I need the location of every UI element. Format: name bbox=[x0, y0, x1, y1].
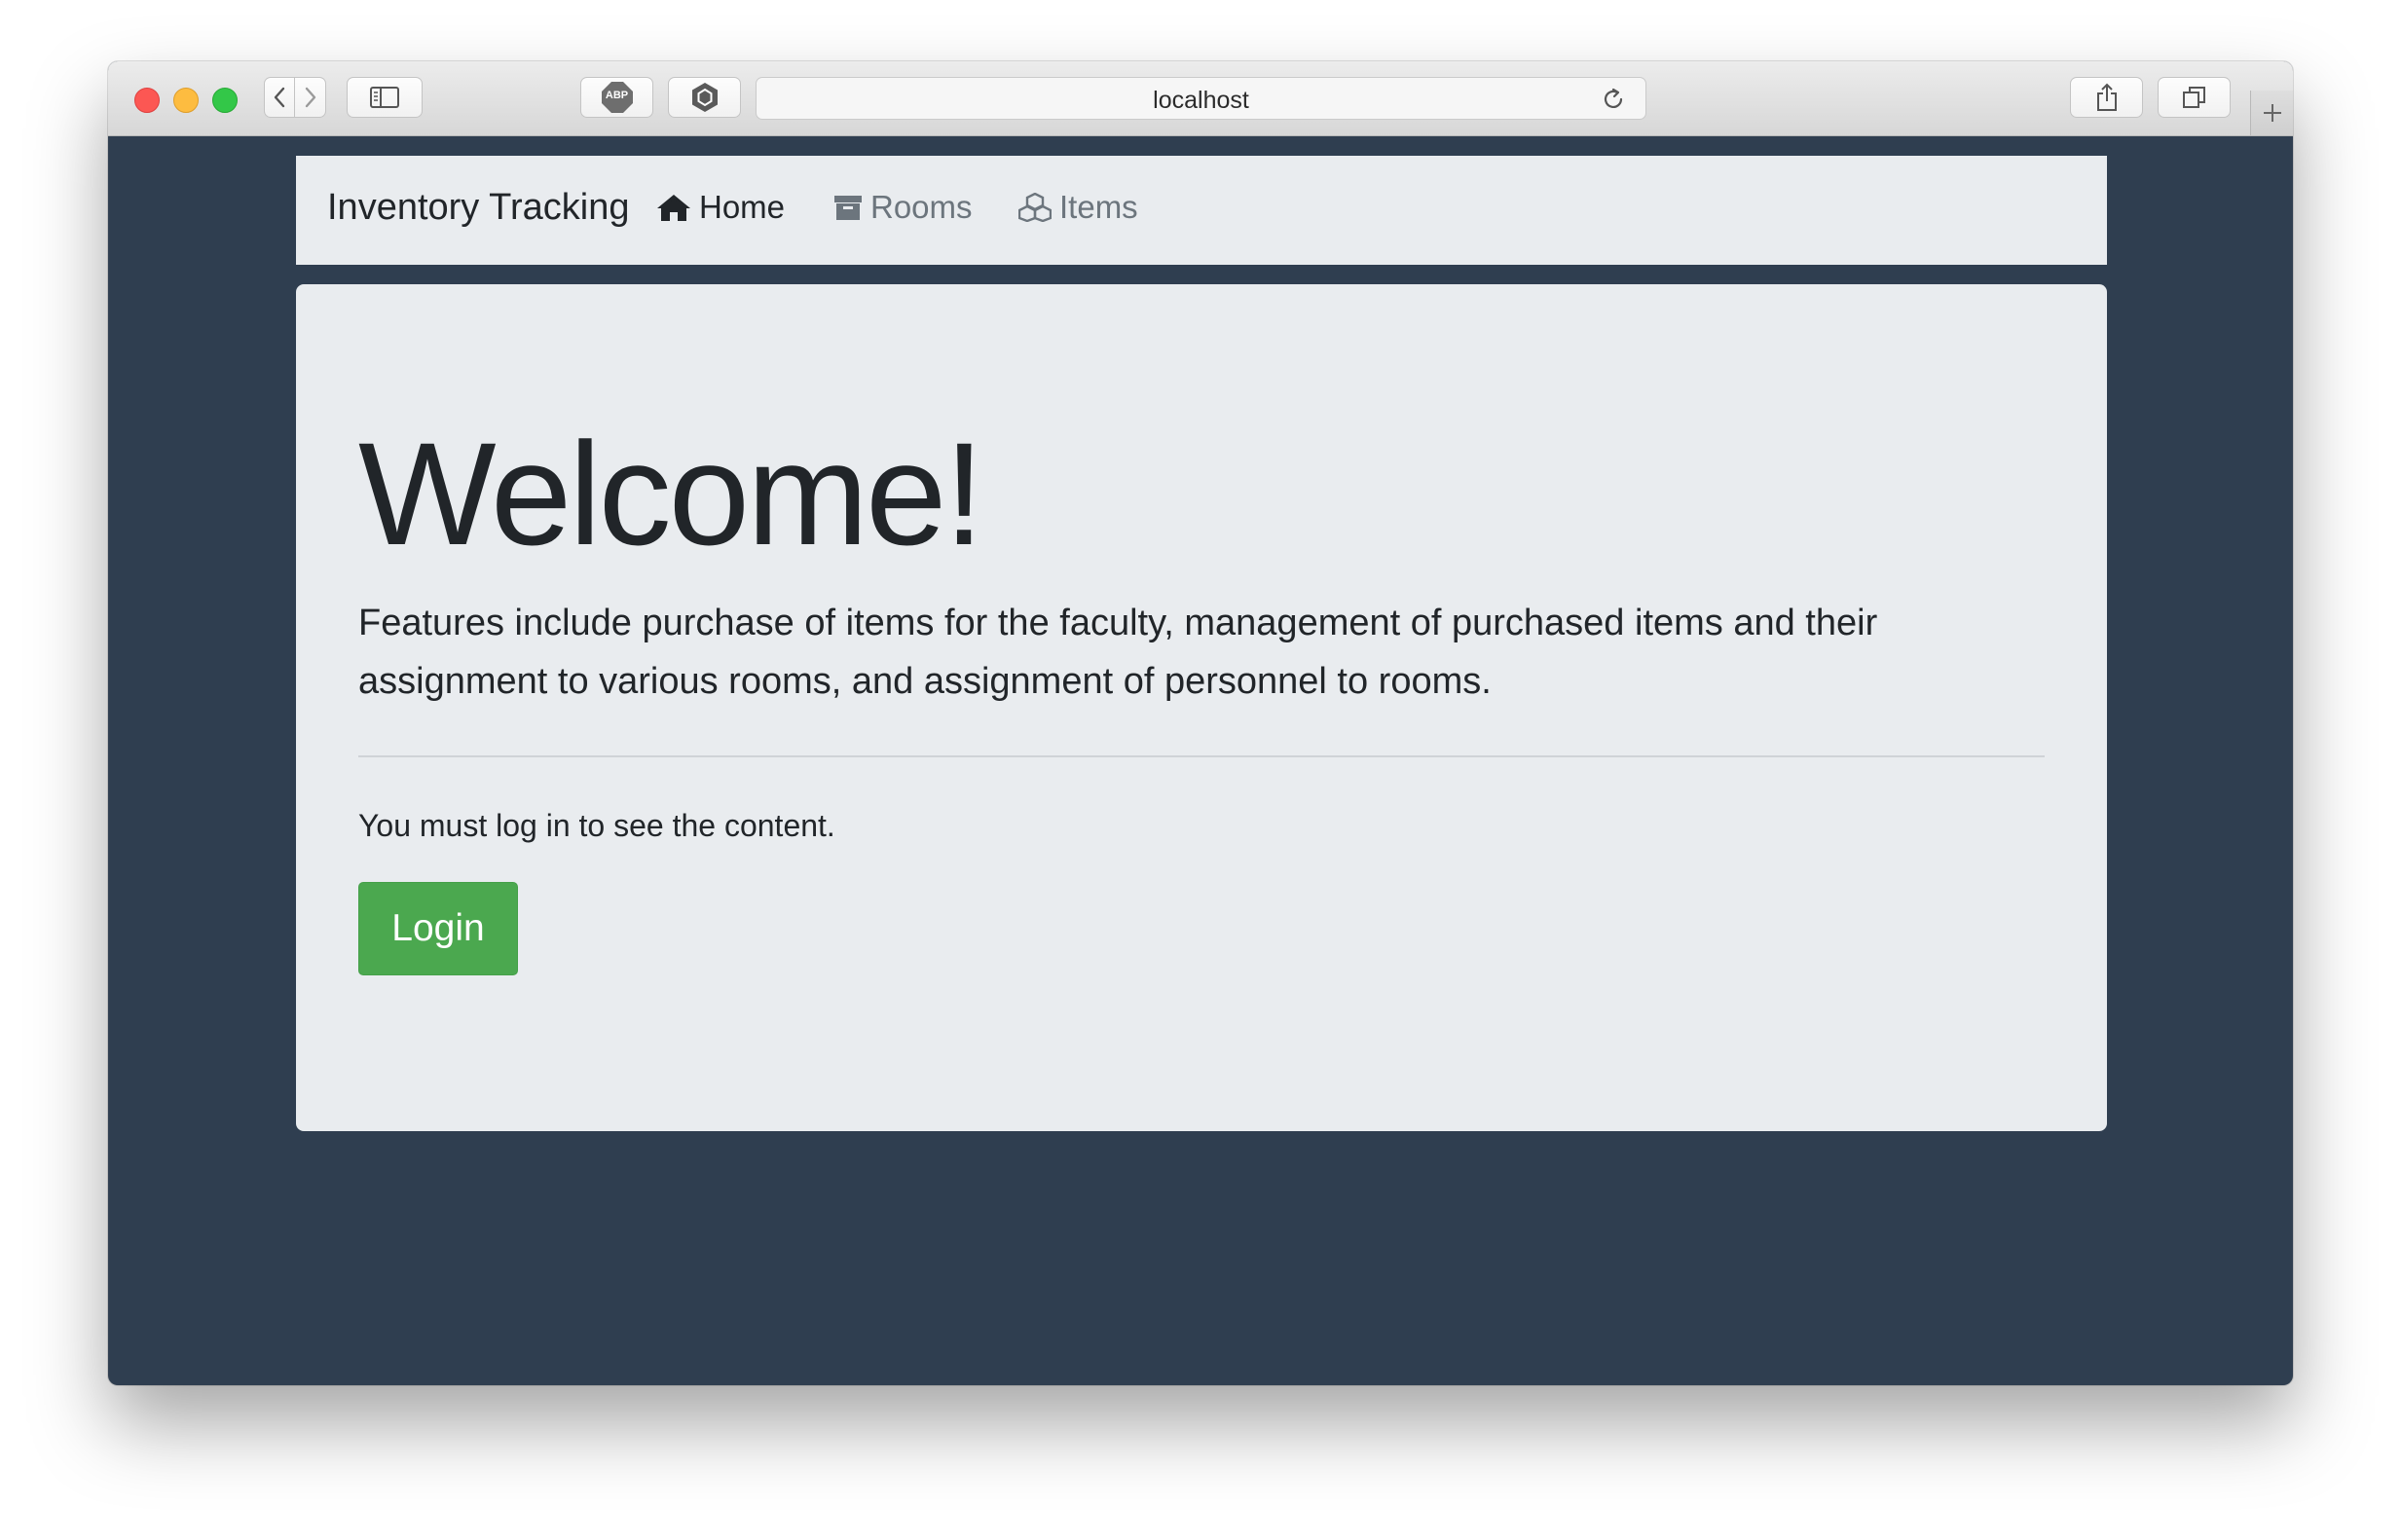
nav-home-link[interactable]: Home bbox=[656, 189, 785, 226]
back-button[interactable] bbox=[264, 77, 295, 118]
navbar: Inventory Tracking Home Rooms Items bbox=[296, 156, 2107, 265]
nav-home-label: Home bbox=[699, 189, 786, 225]
tabs-icon bbox=[2182, 87, 2205, 108]
address-url: localhost bbox=[1153, 87, 1249, 114]
navbar-brand[interactable]: Inventory Tracking bbox=[327, 187, 629, 229]
window-minimize-button[interactable] bbox=[173, 88, 199, 113]
divider bbox=[358, 755, 2045, 757]
cubes-icon bbox=[1018, 193, 1052, 222]
archive-icon bbox=[833, 193, 863, 222]
share-icon bbox=[2096, 83, 2117, 111]
new-tab-icon bbox=[2264, 104, 2281, 122]
welcome-jumbotron: Welcome! Features include purchase of it… bbox=[296, 284, 2107, 1131]
login-button[interactable]: Login bbox=[358, 882, 518, 975]
lead-paragraph: Features include purchase of items for t… bbox=[358, 603, 1878, 702]
forward-icon bbox=[305, 87, 315, 108]
extension-hexagon-icon bbox=[691, 83, 718, 112]
address-bar[interactable]: localhost bbox=[756, 77, 1646, 120]
adblock-label: ABP bbox=[605, 90, 629, 101]
sidebar-icon bbox=[370, 87, 399, 108]
browser-toolbar: ABP localhost bbox=[108, 61, 2293, 136]
extension-button[interactable] bbox=[668, 77, 741, 118]
login-required-message: You must log in to see the content. bbox=[358, 808, 835, 843]
nav-items-link[interactable]: Items bbox=[1018, 189, 1138, 226]
page-title: Welcome! bbox=[358, 412, 984, 575]
show-tabs-button[interactable] bbox=[2158, 77, 2231, 118]
back-icon bbox=[274, 87, 285, 108]
nav-items-label: Items bbox=[1059, 189, 1138, 225]
share-button[interactable] bbox=[2070, 77, 2143, 118]
reload-icon[interactable] bbox=[1601, 87, 1626, 112]
sidebar-button[interactable] bbox=[347, 77, 423, 118]
nav-rooms-label: Rooms bbox=[870, 189, 973, 225]
forward-button[interactable] bbox=[295, 77, 326, 118]
browser-window: ABP localhost Inventory Tracking Home Ro… bbox=[108, 61, 2293, 1385]
nav-rooms-link[interactable]: Rooms bbox=[833, 189, 973, 226]
adblock-button[interactable]: ABP bbox=[580, 77, 653, 118]
home-icon bbox=[656, 193, 691, 222]
window-maximize-button[interactable] bbox=[212, 88, 238, 113]
new-tab-button[interactable] bbox=[2250, 91, 2293, 135]
window-close-button[interactable] bbox=[134, 88, 160, 113]
